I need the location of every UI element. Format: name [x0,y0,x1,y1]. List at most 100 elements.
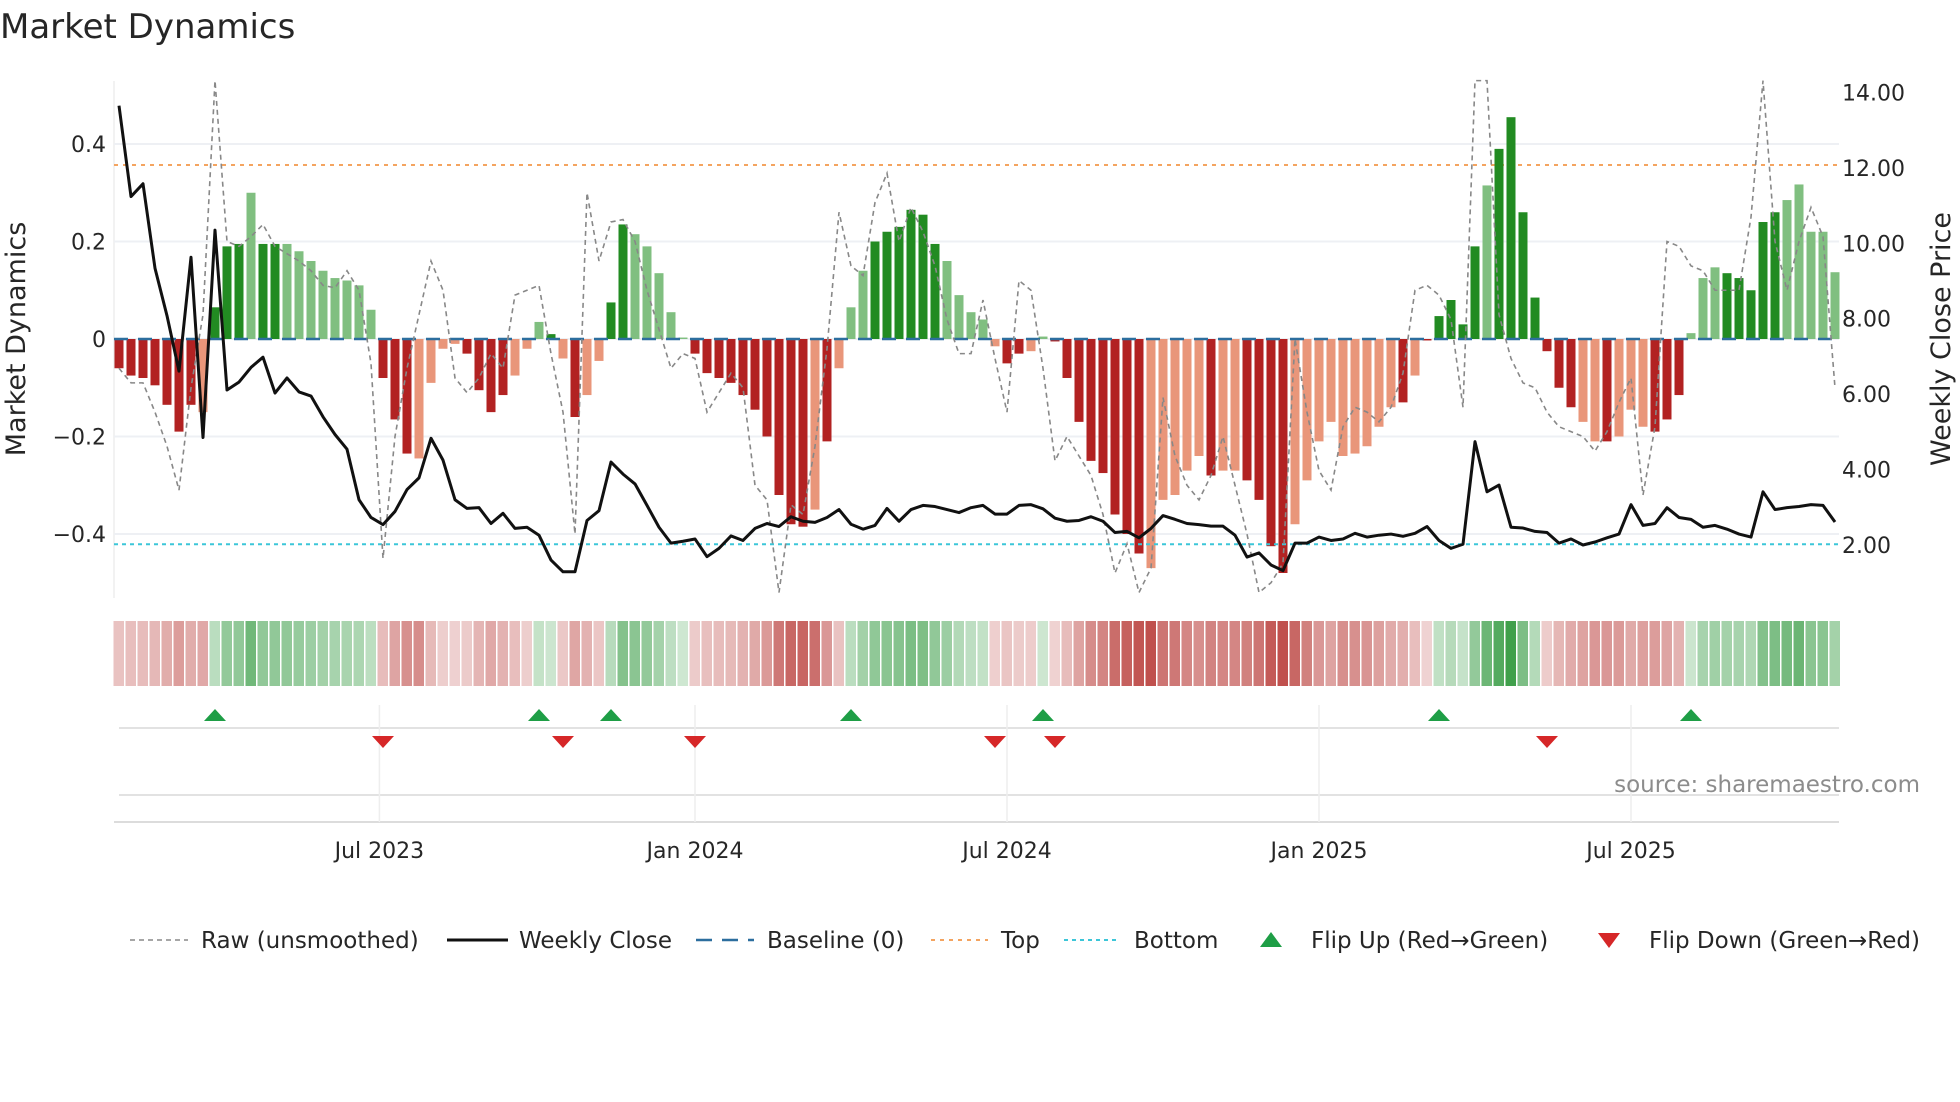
heat-cell [1373,621,1384,686]
heat-cell [917,621,928,686]
right-y-tick-label: 2.00 [1842,534,1891,559]
flip-up-marker [1428,709,1450,721]
bar [882,231,892,339]
bar [438,339,448,349]
heat-cell [197,621,208,686]
heat-cell [1145,621,1156,686]
heat-cell [1649,621,1660,686]
bar [1578,339,1588,422]
heat-cell [977,621,988,686]
bar [150,339,160,386]
heat-cell [1421,621,1432,686]
heat-cell [473,621,484,686]
x-tick-label: Jul 2023 [333,839,425,864]
flip-markers-panel [114,705,1839,823]
legend-label: Flip Up (Red→Green) [1311,928,1548,954]
heat-cell [329,621,340,686]
bar [1626,339,1636,410]
heat-cell [1385,621,1396,686]
bar [1434,316,1444,339]
heat-cell [929,621,940,686]
heat-cell [725,621,736,686]
heat-cell [905,621,916,686]
heat-cell [965,621,976,686]
heat-cell [1229,621,1240,686]
bar [1746,290,1756,339]
bar [1014,339,1024,354]
bar [1806,231,1816,339]
flip-up-marker [1680,709,1702,721]
heat-cell [485,621,496,686]
heat-cell [1157,621,1168,686]
bar [750,339,760,410]
heat-cell [1253,621,1264,686]
bar [1698,278,1708,339]
bar [1314,339,1324,442]
heat-cell [545,621,556,686]
bar [486,339,496,413]
legend: Raw (unsmoothed) Weekly Close Baseline (0)… [130,928,1920,954]
heat-cell [257,621,268,686]
heat-cell [1805,621,1816,686]
y-tick-label: 0.2 [71,231,106,256]
x-tick-label: Jan 2024 [645,839,744,864]
heat-cell [629,621,640,686]
heat-cell [1265,621,1276,686]
heat-cell [1757,621,1768,686]
heat-cell [1769,621,1780,686]
bar [462,339,472,354]
bar [1290,339,1300,525]
heat-cell [1361,621,1372,686]
heat-cell [377,621,388,686]
left-y-ticks: 0.4 0.2 0 −0.2 −0.4 [53,133,106,548]
heat-cell [773,621,784,686]
heat-cell [1601,621,1612,686]
bar [1350,339,1360,454]
flip-up-marker [840,709,862,721]
heat-cell [509,621,520,686]
heat-cell [1409,621,1420,686]
right-y-tick-label: 12.00 [1842,157,1905,182]
heat-cell [1829,621,1840,686]
heat-cell [605,621,616,686]
heat-cell [1013,621,1024,686]
flip-down-marker [984,736,1006,748]
bar [594,339,604,361]
heat-cell [1721,621,1732,686]
bar [414,339,424,459]
bar [774,339,784,495]
bar [666,312,676,339]
legend-label: Weekly Close [519,928,672,954]
heat-cell [689,621,700,686]
heat-cell [1241,621,1252,686]
bar [690,339,700,354]
heat-cell [1049,621,1060,686]
heat-cell [425,621,436,686]
right-y-tick-label: 4.00 [1842,459,1891,484]
heat-cell [1397,621,1408,686]
heat-cell [1097,621,1108,686]
bar [1266,339,1276,547]
bar [306,261,316,339]
heat-cell [1121,621,1132,686]
bar [1242,339,1252,481]
x-tick-label: Jul 2025 [1584,839,1676,864]
bar [810,339,820,510]
bar [162,339,172,405]
bar [1782,200,1792,339]
bar [1194,339,1204,456]
bar [966,312,976,339]
bar [630,234,640,339]
heat-cell [1745,621,1756,686]
bar [894,226,904,339]
heat-cell [1697,621,1708,686]
flip-up-marker [528,709,550,721]
flip-down-marker [1044,736,1066,748]
heat-cell [125,621,136,686]
heat-cell [1613,621,1624,686]
bar [1530,297,1540,339]
x-tick-label: Jul 2024 [960,839,1052,864]
heat-cell [293,621,304,686]
bar [918,214,928,339]
flip-down-marker [684,736,706,748]
